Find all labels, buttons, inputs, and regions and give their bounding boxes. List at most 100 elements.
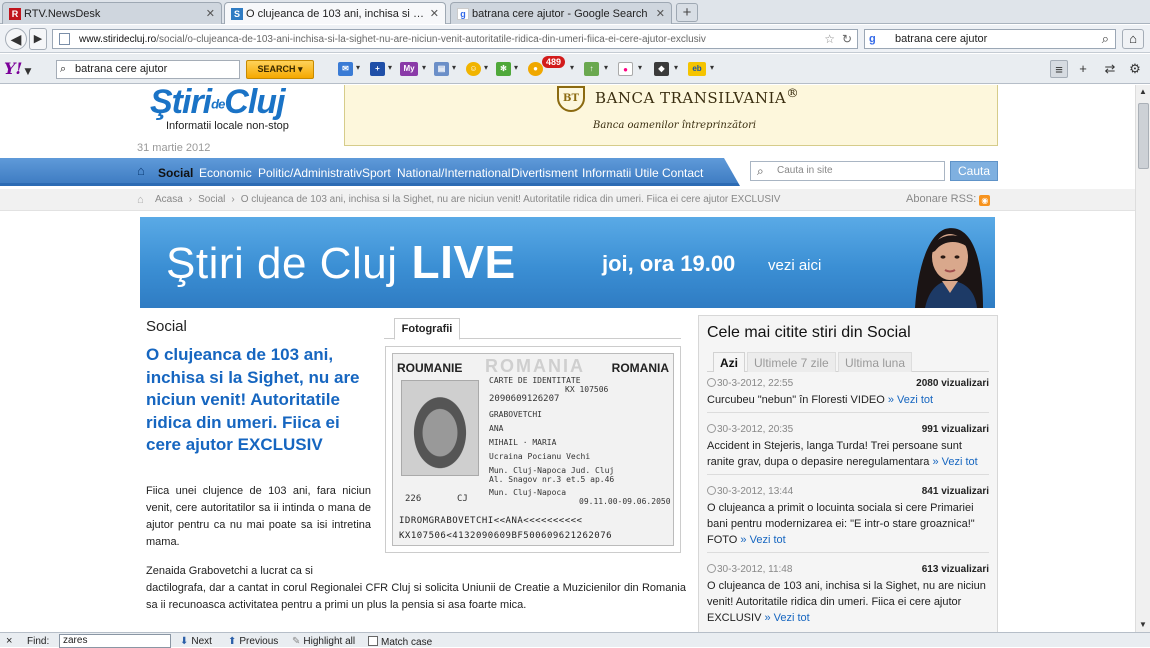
id-card-image: ROMANIA ROUMANIE ROMANIA CARTE DE IDENTI… [392, 353, 674, 546]
ebay-icon[interactable]: eb [688, 62, 706, 76]
list-item[interactable]: 30-3-2012, 11:48 613 vizualizari O clujea… [707, 562, 989, 630]
chevron-down-icon[interactable]: ▾ [514, 63, 518, 72]
yahoo-search-button[interactable]: SEARCH ▾ [246, 60, 314, 79]
bookmarks-plus-icon[interactable]: + [370, 62, 385, 76]
gear-icon[interactable]: ⚙ [1126, 60, 1144, 78]
id-card-code: 226 [405, 494, 422, 504]
nav-contact[interactable]: Contact [662, 166, 703, 180]
new-tab-button[interactable]: + [676, 3, 698, 22]
vertical-scrollbar[interactable]: ▲ ▼ [1135, 85, 1150, 632]
chevron-down-icon[interactable]: ▾ [638, 63, 642, 72]
tab-rtv-newsdesk[interactable]: R RTV.NewsDesk ✕ [2, 2, 222, 24]
nav-sport[interactable]: Sport [362, 166, 391, 180]
item-text: O clujeanca a primit o locuinta sociala … [707, 500, 989, 548]
my-yahoo-icon[interactable]: My [400, 62, 418, 76]
highlight-all-button[interactable]: ✎ Highlight all [292, 636, 355, 647]
site-search-input[interactable]: ⌕ Cauta in site [750, 161, 945, 181]
answers-icon[interactable]: ● [528, 62, 543, 76]
chevron-down-icon[interactable]: ▼ [24, 67, 31, 77]
arrow-down-icon: ⬇ [180, 636, 189, 647]
rss-icon[interactable]: ◉ [979, 195, 991, 206]
tab-close-icon[interactable]: ✕ [656, 7, 665, 20]
item-title[interactable]: Accident in Stejeris, langa Turda! Trei … [707, 440, 962, 468]
tab-ultima-luna[interactable]: Ultima luna [838, 352, 913, 372]
vezi-tot-link[interactable]: » Vezi tot [764, 612, 809, 624]
notepad-icon[interactable]: ▤ [434, 62, 449, 76]
breadcrumb-home-icon[interactable]: ⌂ [137, 194, 144, 206]
checkbox-icon[interactable] [368, 636, 378, 646]
stiri-de-cluj-live-banner[interactable]: Ştiri de Cluj LIVE joi, ora 19.00 vezi ai… [140, 217, 995, 308]
article-photo[interactable]: ROMANIA ROUMANIE ROMANIA CARTE DE IDENTI… [385, 346, 681, 553]
swap-arrows-icon[interactable]: ⇄ [1101, 60, 1119, 78]
nav-divertisment[interactable]: Divertisment [511, 166, 578, 180]
yahoo-search-input[interactable]: ⌕ batrana cere ajutor [56, 60, 240, 79]
back-arrow-icon[interactable]: ◀ [5, 28, 27, 50]
live-link[interactable]: vezi aici [768, 257, 821, 274]
vezi-tot-link[interactable]: » Vezi tot [740, 534, 785, 546]
nav-economic[interactable]: Economic [199, 166, 252, 180]
chevron-down-icon[interactable]: ▾ [604, 63, 608, 72]
tab-fotografii[interactable]: Fotografii [394, 318, 460, 340]
home-icon[interactable]: ⌂ [137, 164, 151, 177]
reload-icon[interactable]: ↻ [842, 32, 852, 46]
banca-transilvania-ad[interactable]: BT BANCA TRANSILVANIA® Banca oamenilor î… [344, 85, 998, 146]
tab-ultimele-7-zile[interactable]: Ultimele 7 zile [747, 352, 836, 372]
google-logo-icon[interactable]: g [869, 33, 876, 45]
chevron-down-icon[interactable]: ▾ [710, 63, 714, 72]
nav-national-international[interactable]: National/International [397, 166, 510, 180]
chevron-down-icon[interactable]: ▾ [674, 63, 678, 72]
find-previous-button[interactable]: ⬆ Previous [228, 636, 278, 647]
forward-arrow-icon[interactable]: ▶ [29, 28, 47, 50]
chevron-down-icon[interactable]: ▾ [484, 63, 488, 72]
list-item[interactable]: 30-3-2012, 22:55 2080 vizualizari Curcube… [707, 376, 989, 413]
sports-icon[interactable]: ◆ [654, 62, 669, 76]
bookmark-star-icon[interactable]: ☆ [824, 32, 835, 46]
find-input[interactable]: zares [59, 634, 171, 648]
item-title[interactable]: O clujeanca de 103 ani, inchisa si la Si… [707, 580, 986, 624]
nav-informatii-utile[interactable]: Informatii Utile [582, 166, 659, 180]
item-title[interactable]: Curcubeu "nebun" în Floresti VIDEO [707, 394, 885, 406]
scroll-up-arrow-icon[interactable]: ▲ [1136, 85, 1150, 99]
list-item[interactable]: 30-3-2012, 13:44 841 vizualizari O clujea… [707, 484, 989, 553]
chevron-down-icon[interactable]: ▾ [452, 63, 456, 72]
close-find-icon[interactable]: × [6, 635, 12, 647]
find-next-button[interactable]: ⬇ Next [180, 636, 212, 647]
site-logo[interactable]: ŞtirideCluj [150, 85, 286, 122]
games-icon[interactable]: ✻ [496, 62, 511, 76]
tab-close-icon[interactable]: ✕ [206, 7, 215, 20]
list-item[interactable]: 30-3-2012, 20:35 991 vizualizari Accident… [707, 422, 989, 475]
scroll-down-arrow-icon[interactable]: ▼ [1136, 618, 1150, 632]
tab-azi[interactable]: Azi [713, 352, 745, 372]
vezi-tot-link[interactable]: » Vezi tot [932, 456, 977, 468]
match-case-checkbox[interactable]: Match case [368, 636, 432, 648]
scrollbar-thumb[interactable] [1138, 103, 1149, 169]
chevron-down-icon[interactable]: ▾ [570, 63, 574, 72]
breadcrumb-acasa[interactable]: Acasa [155, 194, 183, 205]
address-bar[interactable]: www.stiridecluj.ro/social/o-clujeanca-de… [52, 29, 858, 49]
id-card-country-right: ROMANIA [611, 361, 669, 375]
chevron-down-icon[interactable]: ▾ [356, 63, 360, 72]
add-icon[interactable]: + [1074, 60, 1092, 78]
home-icon[interactable]: ⌂ [1122, 29, 1144, 49]
rss-subscribe[interactable]: Abonare RSS: ◉ [906, 193, 991, 206]
toolbar-menu-icon[interactable]: ≡ [1050, 60, 1068, 78]
yahoo-logo-icon[interactable]: Y! ▼ [4, 59, 31, 78]
breadcrumb-social[interactable]: Social [198, 194, 225, 205]
tab-article[interactable]: S O clujeanca de 103 ani, inchisa si la … [224, 2, 446, 24]
id-card-watermark: ROMANIA [485, 356, 585, 376]
chevron-down-icon[interactable]: ▾ [388, 63, 392, 72]
nav-politic-administrativ[interactable]: Politic/Administrativ [258, 166, 362, 180]
finance-icon[interactable]: ↑ [584, 62, 599, 76]
messenger-smiley-icon[interactable]: ☺ [466, 62, 481, 76]
chevron-down-icon[interactable]: ▾ [422, 63, 426, 72]
tab-close-icon[interactable]: ✕ [430, 7, 439, 20]
tab-google-search[interactable]: g batrana cere ajutor - Google Search ✕ [450, 2, 672, 24]
search-icon[interactable]: ⌕ [1102, 31, 1109, 47]
flickr-icon[interactable]: ● [618, 62, 633, 76]
vezi-tot-link[interactable]: » Vezi tot [888, 394, 933, 406]
site-search-button[interactable]: Cauta [950, 161, 998, 181]
tab-label: RTV.NewsDesk [24, 7, 101, 20]
browser-search-field[interactable]: g batrana cere ajutor ⌕ [864, 29, 1116, 49]
nav-social[interactable]: Social [158, 166, 193, 180]
mail-icon[interactable]: ✉ [338, 62, 353, 76]
